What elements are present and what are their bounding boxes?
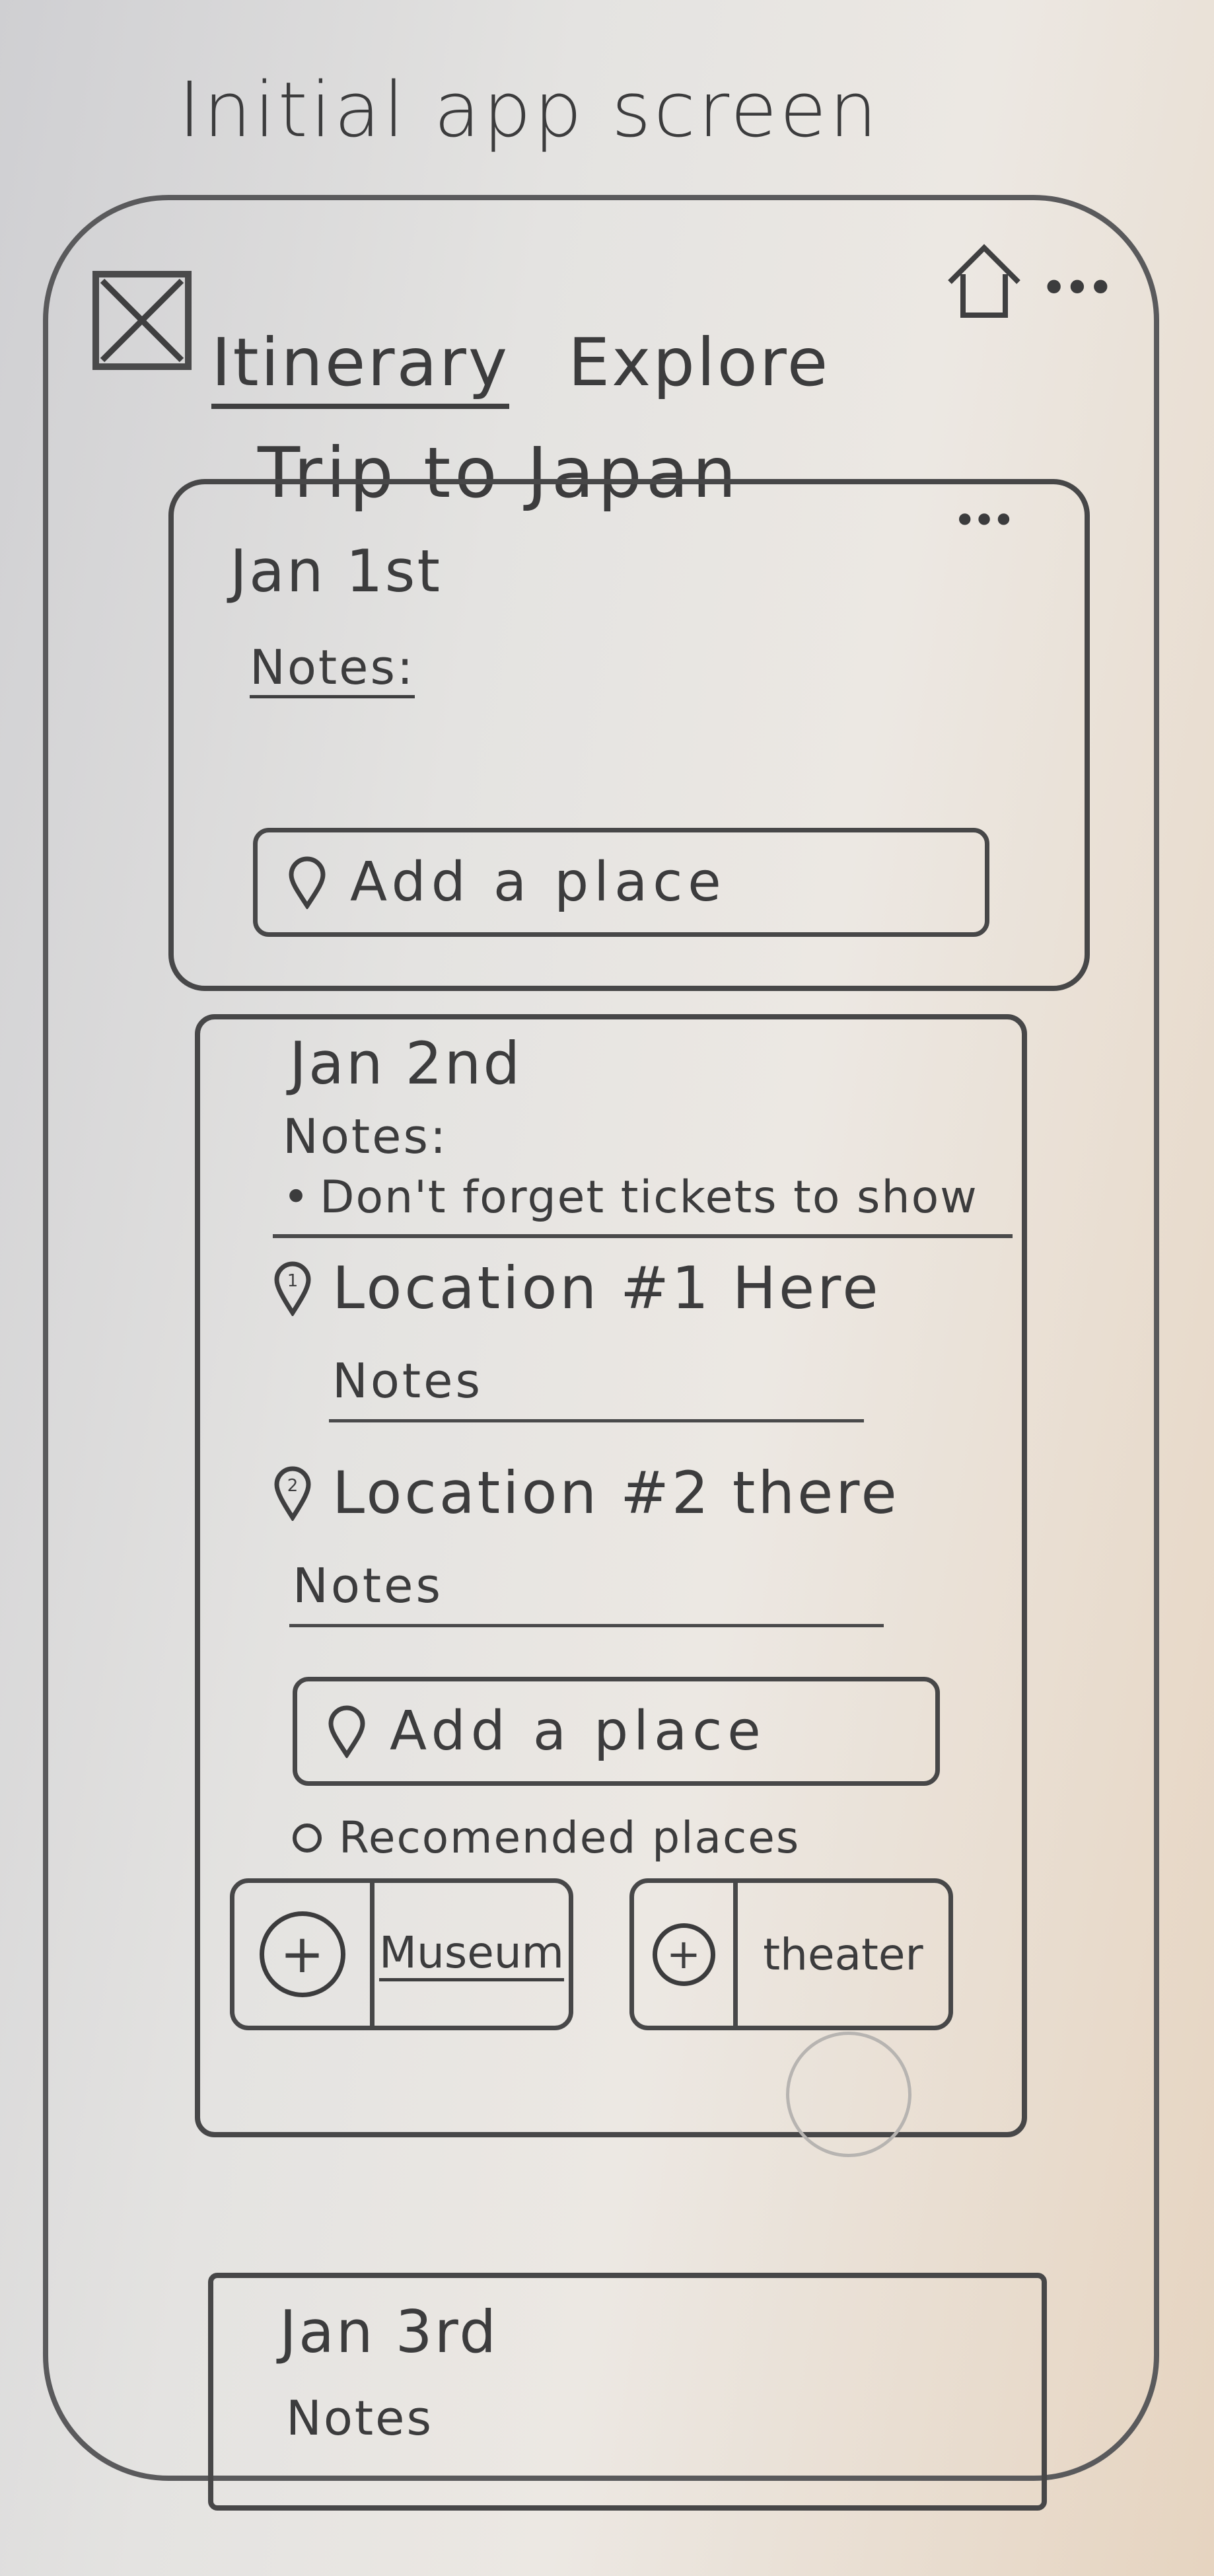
day-more-options-icon[interactable]: •••	[953, 497, 1015, 544]
map-pin-icon	[328, 1705, 365, 1758]
divider	[273, 1234, 1013, 1238]
day-notes-label: Notes	[286, 2390, 433, 2446]
location-notes-label: Notes	[332, 1353, 483, 1409]
tab-explore[interactable]: Explore	[568, 324, 830, 401]
recommend-icon	[293, 1823, 322, 1853]
pin-number: 2	[287, 1476, 299, 1496]
pin-number: 1	[287, 1271, 299, 1291]
device-home-button[interactable]	[786, 2032, 911, 2157]
day-card-jan-1: Jan 1st ••• Notes: Add a place	[168, 479, 1090, 991]
more-options-icon[interactable]: •••	[1040, 261, 1114, 315]
recommended-place-museum[interactable]: + Museum	[230, 1878, 573, 2030]
add-place-button[interactable]: Add a place	[293, 1677, 940, 1786]
recommended-places-label: Recomended places	[339, 1812, 801, 1863]
add-place-label: Add a place	[390, 1700, 766, 1763]
location-item-2[interactable]: 2 Location #2 there	[273, 1459, 900, 1527]
numbered-pin-icon: 2	[274, 1466, 311, 1521]
day-date: Jan 1st	[230, 537, 442, 605]
recommended-place-theater[interactable]: + theater	[629, 1878, 953, 2030]
day-date: Jan 2nd	[289, 1029, 522, 1097]
map-pin-icon	[289, 856, 326, 909]
add-recommended-button[interactable]: +	[234, 1883, 375, 2026]
location-item-1[interactable]: 1 Location #1 Here	[273, 1254, 881, 1322]
sheet-title: Initial app screen	[178, 66, 880, 155]
plus-icon: +	[259, 1911, 345, 1997]
day-notes-label: Notes:	[250, 640, 415, 698]
home-icon[interactable]	[945, 241, 1024, 320]
location-notes-line[interactable]	[329, 1419, 864, 1422]
close-icon[interactable]	[92, 271, 192, 370]
plus-icon: +	[652, 1923, 715, 1986]
recommended-place-name: theater	[763, 1929, 923, 1980]
location-notes-label: Notes	[293, 1558, 443, 1613]
day-card-jan-3: Jan 3rd Notes	[208, 2273, 1047, 2511]
numbered-pin-icon: 1	[274, 1261, 311, 1316]
close-x-glyph	[100, 278, 184, 363]
recommended-place-name: Museum	[379, 1927, 564, 1981]
add-recommended-button[interactable]: +	[634, 1883, 738, 2026]
tab-itinerary[interactable]: Itinerary	[211, 324, 510, 409]
day-date: Jan 3rd	[279, 2298, 499, 2366]
location-name: Location #2 there	[332, 1459, 900, 1527]
day-notes-label: Notes:	[283, 1109, 448, 1164]
note-bullet: Don't forget tickets to show	[283, 1171, 978, 1224]
location-notes-line[interactable]	[289, 1624, 884, 1627]
location-name: Location #1 Here	[332, 1254, 881, 1322]
add-place-label: Add a place	[350, 851, 727, 914]
day-card-jan-2: Jan 2nd Notes: Don't forget tickets to s…	[195, 1014, 1027, 2137]
add-place-button[interactable]: Add a place	[253, 828, 989, 937]
recommended-places-header: Recomended places	[293, 1812, 800, 1863]
